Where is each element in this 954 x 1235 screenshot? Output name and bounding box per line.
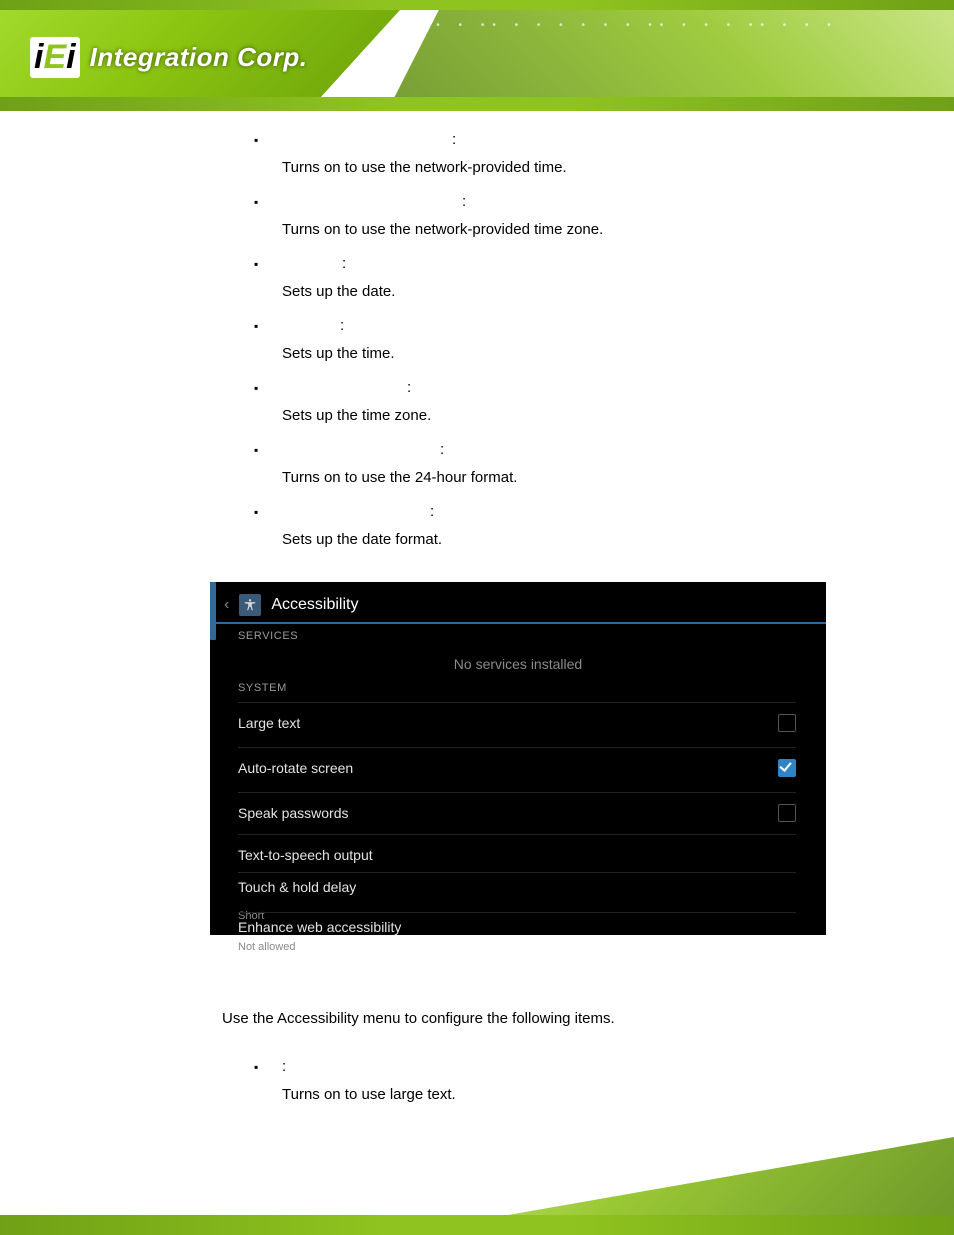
colon: :: [340, 317, 344, 334]
banner-bar-top: [0, 0, 954, 10]
list-item: : Turns on to use large text.: [254, 1055, 874, 1107]
footer-bar: [0, 1215, 954, 1235]
accessibility-intro: Use the Accessibility menu to configure …: [222, 1010, 862, 1027]
accessibility-section: : Turns on to use large text.: [254, 1055, 874, 1117]
datetime-list: : Turns on to use the network-provided ti…: [254, 128, 874, 552]
row-label: Auto-rotate screen: [238, 760, 353, 776]
item-desc: Sets up the date.: [282, 280, 874, 304]
android-title: Accessibility: [271, 596, 358, 614]
bullet-icon: [254, 314, 282, 338]
list-item: : Sets up the time zone.: [254, 376, 874, 428]
colon: :: [342, 255, 346, 272]
brand-logo: iEi Integration Corp.: [30, 30, 308, 84]
list-item: : Turns on to use the 24-hour format.: [254, 438, 874, 490]
colon: :: [407, 379, 411, 396]
item-desc: Sets up the time zone.: [282, 404, 874, 428]
bullet-icon: [254, 128, 282, 152]
back-icon[interactable]: ‹: [224, 596, 229, 614]
item-desc: Sets up the date format.: [282, 528, 874, 552]
list-item: : Turns on to use the network-provided ti…: [254, 128, 874, 180]
colon: :: [440, 441, 444, 458]
item-desc: Turns on to use the 24-hour format.: [282, 466, 874, 490]
row-label: Enhance web accessibility: [238, 919, 401, 935]
checkbox-large-text[interactable]: [778, 714, 796, 732]
android-no-services: No services installed: [210, 656, 826, 672]
colon: :: [452, 131, 456, 148]
android-header: ‹ Accessibility: [224, 590, 358, 620]
header-banner: • • • •• • • • • • • •• • • • •• • • • i…: [0, 0, 954, 112]
row-speak-passwords[interactable]: Speak passwords: [238, 792, 796, 833]
colon: :: [282, 1058, 286, 1075]
row-label: Large text: [238, 715, 300, 731]
bullet-icon: [254, 376, 282, 400]
bullet-icon: [254, 252, 282, 276]
list-item: : Turns on to use the network-provided ti…: [254, 190, 874, 242]
banner-wedge-right: [394, 10, 954, 98]
row-large-text[interactable]: Large text: [238, 702, 796, 743]
brand-iei: iEi: [30, 37, 80, 78]
android-scrollbar[interactable]: [210, 582, 216, 640]
android-section-system: SYSTEM: [238, 682, 287, 694]
row-label: Touch & hold delay: [238, 879, 356, 895]
footer-wedge: [434, 1137, 954, 1217]
checkbox-auto-rotate[interactable]: [778, 759, 796, 777]
accessibility-icon: [239, 594, 261, 616]
checkbox-speak-passwords[interactable]: [778, 804, 796, 822]
brand-tag: Integration Corp.: [90, 42, 308, 73]
android-section-services: SERVICES: [238, 630, 298, 642]
banner-bar-bottom: [0, 97, 954, 111]
row-enhance-web[interactable]: Enhance web accessibility Not allowed: [238, 912, 796, 943]
item-desc: Turns on to use large text.: [282, 1083, 874, 1107]
bullet-icon: [254, 500, 282, 524]
footer-banner: [0, 1125, 954, 1235]
row-tts[interactable]: Text-to-speech output: [238, 834, 796, 875]
list-item: : Sets up the time.: [254, 314, 874, 366]
datetime-section: : Turns on to use the network-provided ti…: [254, 128, 874, 562]
bullet-icon: [254, 1055, 282, 1079]
row-label: Text-to-speech output: [238, 847, 373, 863]
item-desc: Sets up the time.: [282, 342, 874, 366]
colon: :: [430, 503, 434, 520]
colon: :: [462, 193, 466, 210]
list-item: : Sets up the date format.: [254, 500, 874, 552]
android-header-separator: [210, 622, 826, 624]
row-auto-rotate[interactable]: Auto-rotate screen: [238, 747, 796, 788]
bullet-icon: [254, 438, 282, 462]
list-item: : Sets up the date.: [254, 252, 874, 304]
bullet-icon: [254, 190, 282, 214]
row-sub: Not allowed: [238, 941, 295, 953]
accessibility-list: : Turns on to use large text.: [254, 1055, 874, 1107]
row-label: Speak passwords: [238, 805, 349, 821]
item-desc: Turns on to use the network-provided tim…: [282, 156, 874, 180]
android-screenshot: ‹ Accessibility SERVICES No services ins…: [210, 582, 826, 935]
item-desc: Turns on to use the network-provided tim…: [282, 218, 874, 242]
